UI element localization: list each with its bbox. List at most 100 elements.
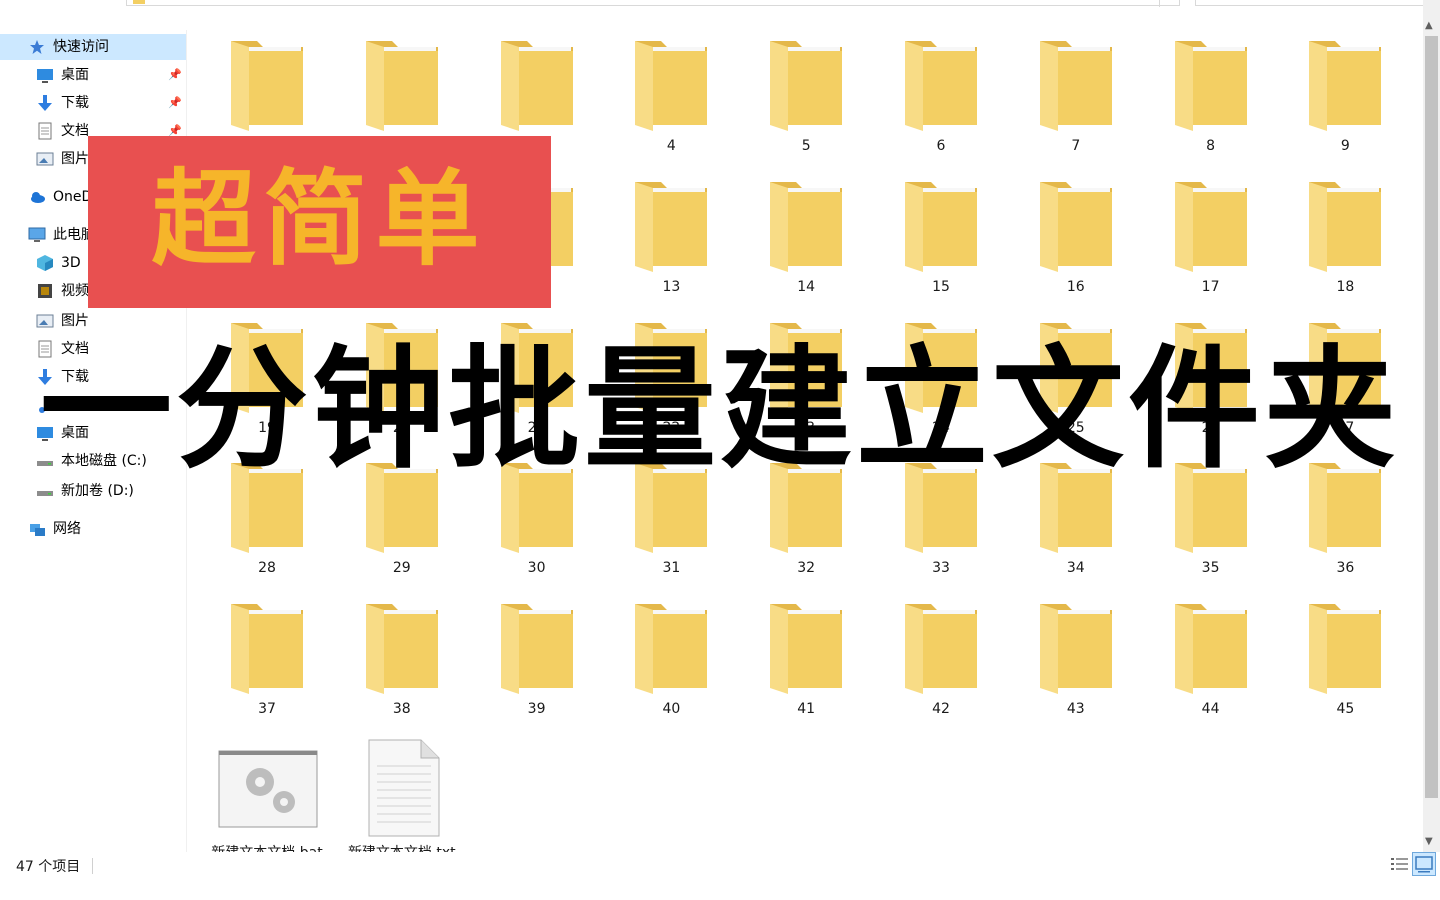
folder-item[interactable]: 41 [739,593,873,733]
address-bar[interactable] [126,0,1180,7]
document-icon [36,122,54,140]
nav-item-label: 图片 [61,151,89,167]
vertical-scrollbar[interactable]: ▲ ▼ [1423,0,1440,852]
large-icons-view-icon [1415,856,1433,873]
nav-item-label: 网络 [53,521,81,537]
address-dropdown-button[interactable] [1159,0,1179,7]
folder-name: 38 [392,701,411,718]
folder-name: 14 [797,278,816,295]
pin-icon[interactable]: 📌 [168,90,182,116]
folder-name: 15 [932,278,950,295]
folder-name: 41 [797,701,816,718]
folder-item[interactable]: 7 [1009,30,1143,170]
status-separator [92,858,93,874]
picture-icon [36,150,54,168]
desktop-icon [36,66,54,84]
folder-name: 43 [1066,701,1085,718]
star-icon [28,38,46,56]
nav-item-label: 文档 [61,123,89,139]
search-box[interactable] [1195,0,1427,6]
folder-name: 30 [527,560,546,577]
cloud-icon [28,188,46,206]
computer-icon [28,226,46,244]
nav-item-label: 桌面 [61,67,89,83]
nav-item-label: OneD [53,189,93,205]
file-item[interactable]: 新建文本文档.bat [200,736,334,856]
folder-item[interactable]: 45 [1278,593,1412,733]
folder-name: 13 [662,278,681,295]
large-icons-view-button[interactable] [1412,852,1436,876]
item-count: 47 个项目 [16,859,81,875]
folder-name: 42 [932,701,950,718]
folder-item[interactable]: 40 [604,593,738,733]
folder-item[interactable]: 18 [1278,171,1412,311]
folder-item[interactable]: 13 [604,171,738,311]
folder-item[interactable]: 8 [1144,30,1278,170]
folder-name: 5 [801,138,811,154]
folder-item[interactable]: 6 [874,30,1008,170]
folder-name: 17 [1201,278,1220,295]
folder-name: 8 [1206,138,1216,154]
scroll-down-icon[interactable]: ▼ [1425,836,1433,847]
folder-item[interactable]: 39 [470,593,604,733]
download-icon [36,94,54,112]
nav-item-label: 快速访问 [53,39,109,55]
text-file-icon [363,738,443,842]
folder-name: 16 [1066,278,1085,295]
folder-name: 32 [797,560,816,577]
nav-item-0[interactable]: 快速访问 [0,34,186,60]
promo-headline: 一分钟批量建立文件夹 [40,333,1400,487]
pin-icon[interactable]: 📌 [168,62,182,88]
promo-tag-text: 超简单 [151,158,488,280]
nav-item-1[interactable]: 桌面 📌 [0,62,186,88]
nav-item-16[interactable]: 网络 [0,516,186,542]
details-view-icon [1391,858,1408,870]
nav-item-2[interactable]: 下载 📌 [0,90,186,116]
breadcrumb-chevron-icon[interactable]: › [104,0,108,3]
folder-item[interactable]: 44 [1144,593,1278,733]
folder-name: 9 [1340,138,1350,154]
folder-name: 37 [258,701,276,718]
nav-item-label: 3D [61,255,81,271]
folder-item[interactable]: 38 [335,593,469,733]
folder-name: 36 [1336,560,1355,577]
folder-name: 33 [932,560,950,577]
folder-name: 7 [1071,138,1081,154]
video-icon [36,282,54,300]
folder-name: 44 [1201,701,1220,718]
folder-item[interactable]: 17 [1144,171,1278,311]
folder-item[interactable]: 9 [1278,30,1412,170]
picture-icon [36,312,54,330]
cube-icon [36,254,54,272]
scroll-up-icon[interactable]: ▲ [1425,20,1433,31]
folder-item[interactable]: 5 [739,30,873,170]
folder-item[interactable]: 4 [604,30,738,170]
promo-tag-banner: 超简单 [88,136,551,308]
details-view-button[interactable] [1388,852,1412,876]
folder-name: 34 [1066,560,1085,577]
nav-item-label: 视频 [61,283,89,299]
folder-name: 40 [662,701,681,718]
folder-name: 31 [662,560,681,577]
batch-file-icon [218,750,318,834]
folder-name: 28 [258,560,276,577]
folder-name: 18 [1336,278,1355,295]
network-icon [28,520,46,538]
folder-name: 6 [936,138,946,154]
folder-item[interactable]: 43 [1009,593,1143,733]
folder-item[interactable]: 14 [739,171,873,311]
folder-name: 35 [1201,560,1220,577]
folder-name: 4 [666,138,676,154]
folder-name: 29 [392,560,411,577]
folder-name: 39 [527,701,546,718]
folder-item[interactable]: 16 [1009,171,1143,311]
folder-item[interactable]: 42 [874,593,1008,733]
file-item[interactable]: 新建文本文档.txt [335,736,469,856]
nav-item-label: 下载 [61,95,89,111]
scroll-thumb[interactable] [1425,36,1438,798]
folder-item[interactable]: 37 [200,593,334,733]
folder-mini-icon [133,0,145,4]
folder-item[interactable]: 15 [874,171,1008,311]
folder-name: 45 [1336,701,1355,718]
status-bar: 47 个项目 [0,852,1440,900]
